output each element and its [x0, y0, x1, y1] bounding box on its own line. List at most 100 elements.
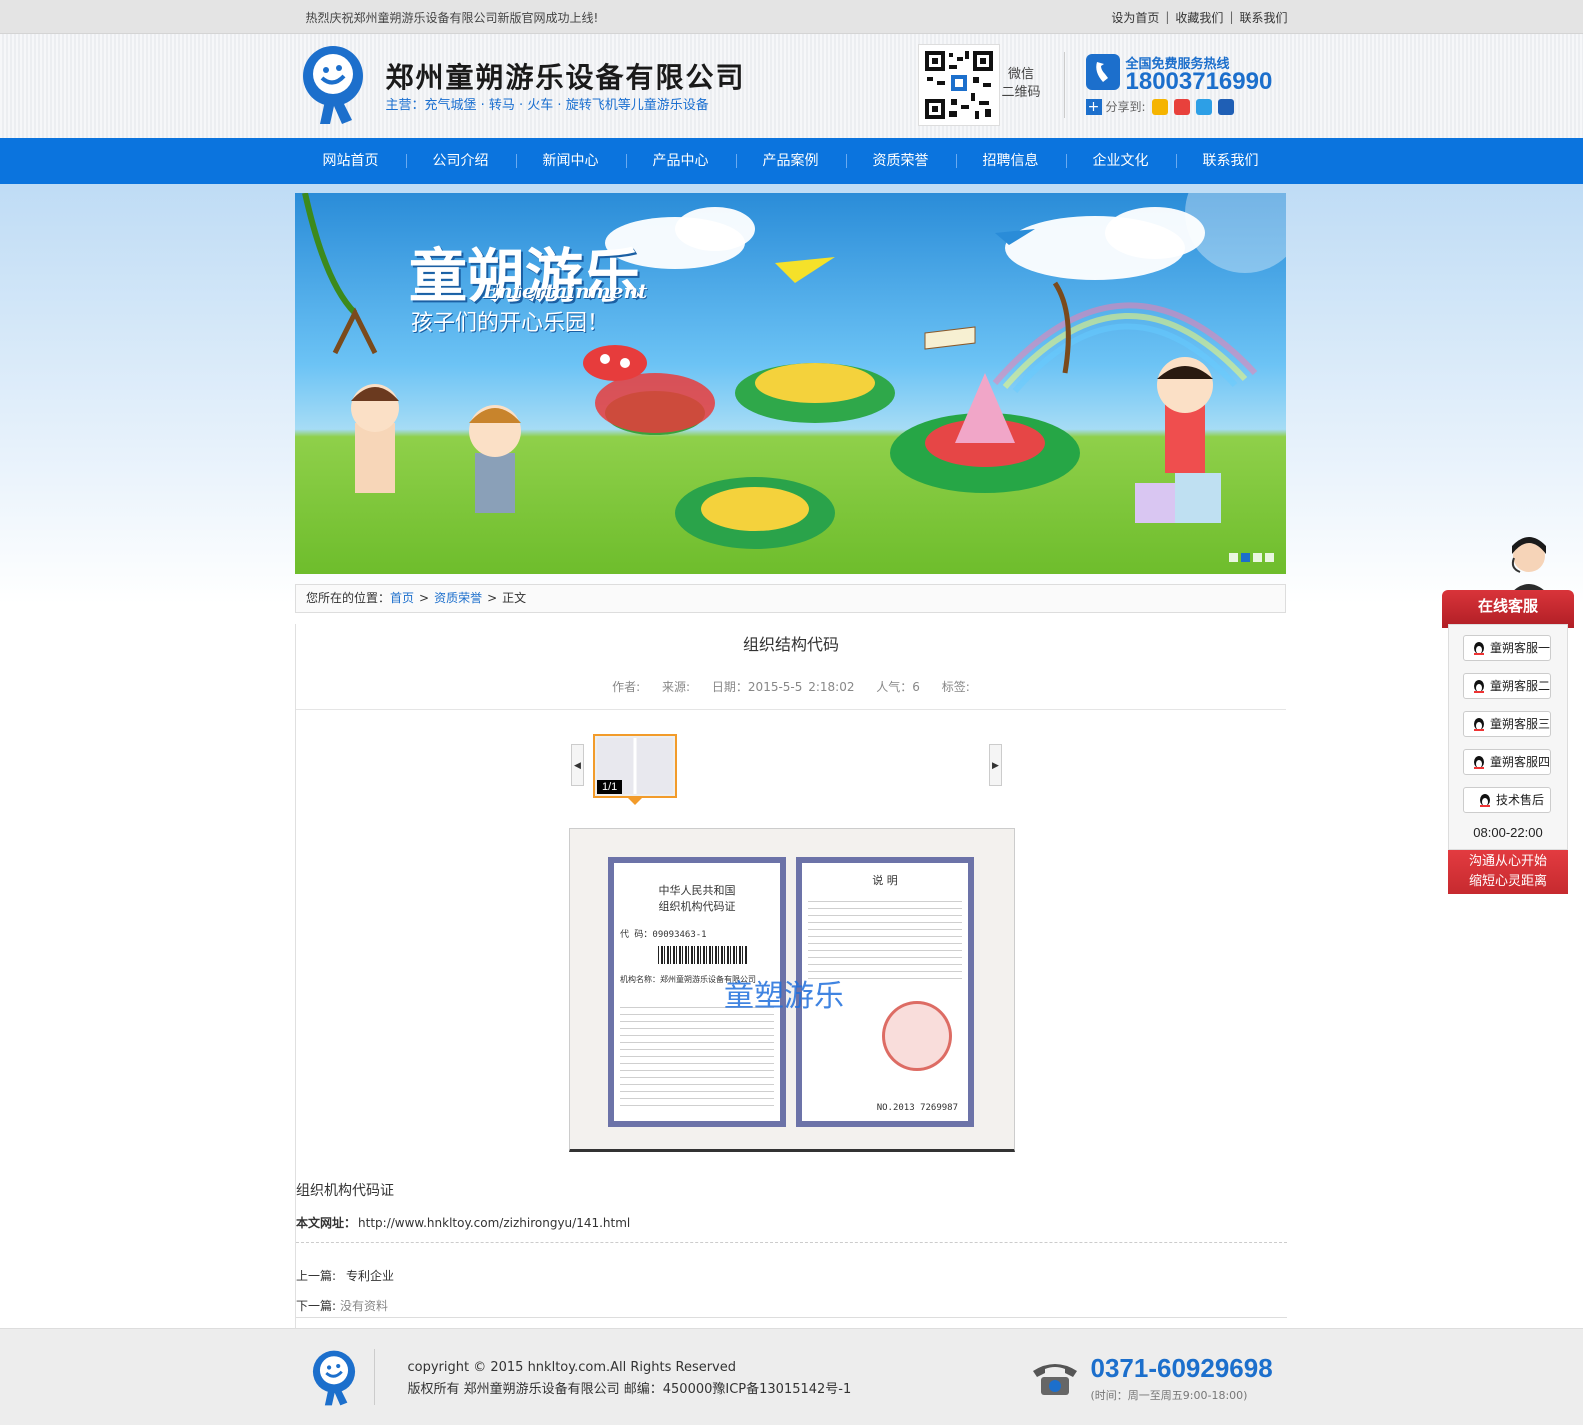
qq-tech-support-button[interactable]: 技术售后 [1463, 787, 1551, 813]
wechat-qr-code [917, 44, 1000, 126]
breadcrumb-separator: > [419, 591, 430, 605]
telephone-icon [1032, 1364, 1077, 1395]
banner-title-en: Entertainment [483, 279, 648, 303]
company-info-text: 版权所有 郑州童朔游乐设备有限公司 邮编：450000豫ICP备13015142… [407, 1382, 852, 1397]
banner-pagination [1229, 553, 1274, 562]
qq-agent-button-2[interactable]: 童朔客服二 [1463, 673, 1551, 699]
article-content: 组织结构代码 作者: 来源: 日期：2015-5-5 2:18:02 人气：6 … [295, 624, 1287, 1328]
qq-penguin-icon [1474, 680, 1484, 693]
qq-penguin-icon [1474, 642, 1484, 655]
qq-agent-button-4[interactable]: 童朔客服四 [1463, 749, 1551, 775]
nav-item-culture[interactable]: 企业文化 [1065, 138, 1176, 184]
separator: | [1229, 10, 1234, 24]
qq-penguin-icon [1474, 718, 1484, 731]
qq-agent-button-3[interactable]: 童朔客服三 [1463, 711, 1551, 737]
certificate-image[interactable]: 中华人民共和国 组织机构代码证 代 码：09093463-1 机构名称：郑州童朔… [569, 828, 1015, 1152]
logo-icon[interactable] [296, 44, 370, 126]
site-footer: copyright © 2015 hnkltoy.com.All Rights … [0, 1328, 1583, 1425]
nav-item-cases[interactable]: 产品案例 [735, 138, 846, 184]
qzone-share-icon[interactable] [1151, 98, 1168, 115]
meta-date: 日期：2015-5-5 2:18:02 [711, 680, 855, 694]
separator: | [1165, 10, 1170, 24]
banner-dot-active[interactable] [1241, 553, 1250, 562]
breadcrumb-home-link[interactable]: 首页 [390, 591, 414, 605]
article-url-link[interactable]: http://www.hnkltoy.com/zizhirongyu/141.h… [358, 1216, 630, 1230]
meta-tags: 标签: [941, 680, 970, 694]
nav-item-home[interactable]: 网站首页 [296, 138, 406, 184]
banner-dot[interactable] [1265, 553, 1274, 562]
image-watermark: 童塑游乐 [724, 979, 844, 1014]
certificate-text-lines [620, 1001, 774, 1111]
top-bar: 热烈庆祝郑州童朔游乐设备有限公司新版官网成功上线! 设为首页 | 收藏我们 | … [0, 0, 1583, 34]
company-slogan: 主营：充气城堡 · 转马 · 火车 · 旋转飞机等儿童游乐设备 [385, 98, 709, 113]
online-service-widget: 在线客服 童朔客服一 童朔客服二 童朔客服三 童朔客服四 技术售后 08:00-… [1442, 532, 1574, 894]
divider [373, 1349, 375, 1405]
meta-views: 人气：6 [876, 680, 920, 694]
gallery-next-arrow-icon[interactable]: ▶ [989, 744, 1002, 786]
certificate-heading: 中华人民共和国 组织机构代码证 [658, 884, 736, 913]
divider [296, 1242, 1287, 1243]
nav-item-contact[interactable]: 联系我们 [1175, 138, 1286, 184]
banner-dot[interactable] [1229, 553, 1238, 562]
article-url-line: 本文网址： http://www.hnkltoy.com/zizhirongyu/… [296, 1214, 630, 1231]
hero-banner[interactable]: 童朔游乐 Entertainment 孩子们的开心乐园！ [295, 193, 1286, 574]
nav-item-products[interactable]: 产品中心 [625, 138, 736, 184]
breadcrumb-current: 正文 [502, 591, 527, 605]
breadcrumb-category-link[interactable]: 资质荣誉 [434, 591, 482, 605]
prev-article-link[interactable]: 专利企业 [346, 1269, 394, 1283]
service-list: 童朔客服一 童朔客服二 童朔客服三 童朔客服四 技术售后 08:00-22:00 [1448, 624, 1568, 850]
main-nav: 网站首页 公司介绍 新闻中心 产品中心 产品案例 资质荣誉 招聘信息 企业文化 … [0, 138, 1583, 184]
barcode [658, 946, 748, 964]
banner-dot[interactable] [1253, 553, 1262, 562]
weibo-share-icon[interactable] [1173, 98, 1190, 115]
share-label: 分享到: [1105, 100, 1146, 114]
nav-item-jobs[interactable]: 招聘信息 [955, 138, 1066, 184]
tencent-weibo-share-icon[interactable] [1195, 98, 1212, 115]
meta-author: 作者: [612, 680, 641, 694]
next-label: 下一篇: [296, 1299, 337, 1313]
bookmark-link[interactable]: 收藏我们 [1175, 9, 1223, 26]
top-links: 设为首页 | 收藏我们 | 联系我们 [1111, 9, 1287, 26]
qr-code-icon [922, 49, 995, 121]
hotline-number: 18003716990 [1125, 68, 1273, 95]
breadcrumb: 您所在的位置：首页 > 资质荣誉 > 正文 [295, 584, 1286, 613]
nav-item-about[interactable]: 公司介绍 [405, 138, 516, 184]
image-caption: 组织机构代码证 [296, 1183, 394, 1199]
thumbnail-pointer-icon [628, 798, 642, 805]
footer-copyright: copyright © 2015 hnkltoy.com.All Rights … [408, 1357, 852, 1401]
divider [296, 709, 1286, 710]
image-gallery: ◀ 1/1 ▶ [571, 734, 1003, 805]
breadcrumb-separator: > [487, 591, 498, 605]
prev-label: 上一篇: [296, 1269, 337, 1283]
phone-icon [1085, 54, 1120, 90]
renren-share-icon[interactable] [1217, 98, 1234, 115]
company-name: 郑州童朔游乐设备有限公司 [385, 61, 746, 94]
next-article: 下一篇: 没有资料 [296, 1297, 388, 1314]
service-hours: 08:00-22:00 [1473, 825, 1543, 840]
announcement-text: 热烈庆祝郑州童朔游乐设备有限公司新版官网成功上线! [305, 10, 599, 25]
set-homepage-link[interactable]: 设为首页 [1111, 9, 1159, 26]
nav-item-honors[interactable]: 资质荣誉 [845, 138, 956, 184]
qr-label: 微信 二维码 [1001, 67, 1041, 100]
official-seal-icon [882, 1001, 952, 1071]
url-label: 本文网址： [296, 1216, 357, 1230]
footer-logo-icon [312, 1350, 355, 1406]
footer-phone: 0371-60929698 [1090, 1353, 1273, 1383]
article-title: 组织结构代码 [742, 635, 839, 654]
article-meta: 作者: 来源: 日期：2015-5-5 2:18:02 人气：6 标签: [296, 678, 1286, 695]
share-plus-icon[interactable]: + [1085, 98, 1102, 115]
service-slogan: 沟通从心开始 缩短心灵距离 [1448, 850, 1568, 894]
share-bar: + 分享到: [1085, 98, 1234, 115]
breadcrumb-prefix: 您所在的位置： [306, 591, 391, 605]
nav-item-news[interactable]: 新闻中心 [515, 138, 626, 184]
banner-subtitle: 孩子们的开心乐园！ [411, 311, 610, 336]
next-article-value: 没有资料 [340, 1299, 389, 1313]
contact-link[interactable]: 联系我们 [1239, 9, 1287, 26]
service-title: 在线客服 [1442, 590, 1574, 628]
qq-penguin-icon [1480, 794, 1490, 807]
certificate-code: 代 码：09093463-1 [620, 930, 707, 940]
qq-agent-button-1[interactable]: 童朔客服一 [1463, 635, 1551, 661]
gallery-thumbnail[interactable]: 1/1 [593, 734, 677, 798]
certificate-notes-heading: 说 明 [872, 874, 898, 887]
gallery-prev-arrow-icon[interactable]: ◀ [571, 744, 584, 786]
